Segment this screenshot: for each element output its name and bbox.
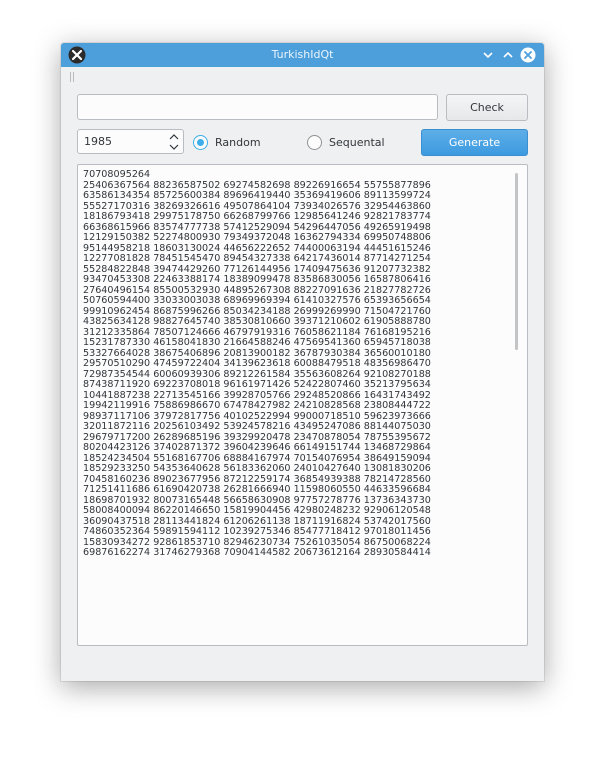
output-line: 71251411686 61690420738 26281666940 1159…: [83, 484, 431, 495]
random-radio[interactable]: Random: [193, 133, 261, 151]
chevron-up-icon: [503, 51, 513, 58]
generated-ids: 70708095264 25406367564 88236587502 69274…: [83, 169, 511, 559]
vertical-scrollbar[interactable]: [515, 173, 518, 350]
minimize-button[interactable]: [480, 47, 496, 63]
radio-indicator-checked[interactable]: [193, 134, 208, 150]
output-line: 12129150382 52274800930 79349372048 1636…: [83, 232, 431, 243]
output-line: 80204423126 37402871372 39604239646 6614…: [83, 442, 431, 453]
app-window: TurkishIdQt Check 1985 Random Sequental …: [61, 43, 544, 681]
output-line: 93470453308 22463388174 18389099478 8358…: [83, 274, 431, 285]
output-line: 18529233250 54353640628 56183362060 2401…: [83, 463, 431, 474]
random-label: Random: [215, 135, 261, 149]
output-line: 74860352364 59891594112 10239275346 8547…: [83, 526, 431, 537]
output-line: 32011872116 20256103492 53924578216 4349…: [83, 421, 431, 432]
close-button[interactable]: [520, 47, 536, 63]
output-line: 12277081828 78451545470 89454327338 6421…: [83, 253, 431, 264]
output-line: 63586134354 85725600384 89696419440 3536…: [83, 190, 431, 201]
output-line: 19942119916 75886986670 67478427982 2421…: [83, 400, 431, 411]
spin-arrows-icon[interactable]: [169, 132, 179, 152]
generate-button[interactable]: Generate: [421, 129, 528, 156]
output-line: 70708095264: [83, 169, 151, 180]
output-line: 87438711920 69223708018 96161971426 5242…: [83, 379, 431, 390]
year-spinbox[interactable]: 1985: [77, 129, 184, 154]
output-line: 29570510290 47459722404 34139623618 6008…: [83, 358, 431, 369]
window-title: TurkishIdQt: [271, 48, 334, 61]
output-line: 43825634128 98827645740 38530810660 3937…: [83, 316, 431, 327]
output-text-area[interactable]: 70708095264 25406367564 88236587502 69274…: [77, 164, 528, 646]
radio-indicator[interactable]: [307, 134, 322, 150]
chevron-down-icon: [483, 52, 493, 59]
year-value: 1985: [84, 135, 112, 148]
title-bar[interactable]: TurkishIdQt: [61, 43, 544, 67]
sequental-radio[interactable]: Sequental: [307, 133, 385, 151]
id-input[interactable]: [77, 94, 438, 120]
output-line: 58008400094 86220146650 15819904456 4298…: [83, 505, 431, 516]
toolbar-handle[interactable]: [70, 72, 74, 82]
sequental-label: Sequental: [329, 135, 385, 149]
output-line: 69876162274 31746279368 70904144582 2067…: [83, 547, 431, 558]
output-line: 50760594400 33033003038 68969969394 6141…: [83, 295, 431, 306]
output-line: 15231787330 46158041830 21664588246 4756…: [83, 337, 431, 348]
output-line: 18186793418 29975178750 66268799766 1298…: [83, 211, 431, 222]
check-button[interactable]: Check: [446, 94, 528, 121]
close-icon: [520, 47, 536, 63]
maximize-button[interactable]: [500, 47, 516, 63]
